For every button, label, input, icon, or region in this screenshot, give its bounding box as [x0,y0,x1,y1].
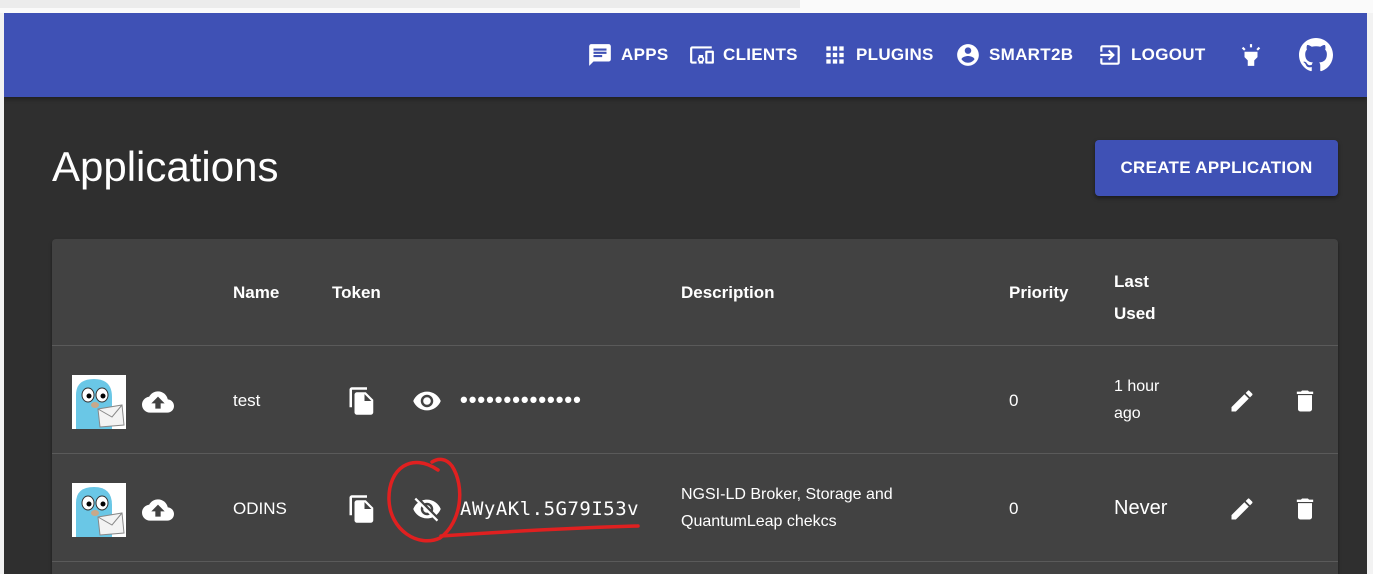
row-name: test [233,391,261,410]
header-description: Description [681,283,775,302]
table-header: Name Token Description Priority Last Use… [52,239,1338,346]
nav-apps[interactable]: APPS [587,13,669,97]
header-last-used-line2: Used [1114,304,1156,323]
row-priority: 0 [1009,391,1019,410]
browser-tab-strip [0,0,800,8]
upload-button[interactable] [141,493,175,527]
nav-plugins[interactable]: PLUGINS [822,13,934,97]
row-priority: 0 [1009,499,1019,518]
header-priority: Priority [1009,283,1069,302]
edit-button[interactable] [1224,383,1260,419]
github-icon [1299,38,1333,72]
token-value: AWyAKl.5G79I53v [460,498,640,520]
gopher-avatar-icon [72,483,126,537]
header-name: Name [233,283,280,302]
delete-button[interactable] [1287,491,1323,527]
row-last-used: Never [1114,497,1168,519]
apps-grid-icon [826,46,844,64]
account-circle-icon [957,44,979,66]
row-name: ODINS [233,499,287,518]
show-token-button[interactable] [409,383,445,419]
row-last-used-line2: ago [1114,405,1141,422]
copy-token-button[interactable] [344,491,380,527]
row-description-line2: QuantumLeap chekcs [681,513,837,530]
upload-button[interactable] [141,385,175,419]
create-application-button[interactable]: CREATE APPLICATION [1095,140,1338,196]
nav-user-label: SMART2B [989,45,1074,64]
copy-icon [349,387,374,415]
trash-icon [1296,390,1314,412]
highlight-icon [1241,44,1261,66]
row-last-used: 1 hour ago [1114,373,1159,427]
pencil-icon [1231,390,1253,412]
nav-plugins-label: PLUGINS [856,45,934,64]
nav-logout[interactable]: LOGOUT [1097,13,1206,97]
row-description-line1: NGSI-LD Broker, Storage and [681,486,893,503]
gopher-avatar-icon [72,375,126,429]
github-button[interactable] [1296,35,1336,75]
row-description: NGSI-LD Broker, Storage and QuantumLeap … [681,481,893,535]
theme-toggle-button[interactable] [1231,35,1271,75]
nav-clients[interactable]: CLIENTS [689,13,798,97]
eye-icon [413,391,441,411]
trash-icon [1296,498,1314,520]
pencil-icon [1231,498,1253,520]
applications-table: Name Token Description Priority Last Use… [52,239,1338,574]
hide-token-button[interactable] [409,491,445,527]
copy-icon [349,495,374,523]
logout-icon [1100,45,1120,65]
delete-button[interactable] [1287,383,1323,419]
nav-logout-label: LOGOUT [1131,45,1206,64]
cloud-upload-icon [142,499,174,521]
nav-user[interactable]: SMART2B [955,13,1073,97]
app-frame: APPS CLIENTS PLUGINS SMART2B LOGOUT Appl… [4,13,1367,574]
edit-button[interactable] [1224,491,1260,527]
nav-apps-label: APPS [621,45,669,64]
eye-off-icon [413,497,441,522]
app-bar: APPS CLIENTS PLUGINS SMART2B LOGOUT [4,13,1367,97]
row-last-used-line1: 1 hour [1114,378,1160,395]
nav-clients-label: CLIENTS [723,45,798,64]
table-row: test •••••••••••••• 0 1 hour ago [52,347,1338,454]
header-last-used: Last Used [1114,266,1156,330]
header-last-used-line1: Last [1114,272,1149,291]
page-title: Applications [52,143,279,190]
right-edge [1367,13,1373,574]
copy-token-button[interactable] [344,383,380,419]
browser-top-strip [0,0,1373,13]
token-masked: •••••••••••••• [460,387,582,412]
cloud-upload-icon [142,391,174,413]
message-icon [589,44,611,66]
header-token: Token [332,283,381,302]
devices-icon [690,46,714,64]
table-row: ODINS AWyAKl.5G79I53v NGSI-LD Broker, St… [52,455,1338,562]
